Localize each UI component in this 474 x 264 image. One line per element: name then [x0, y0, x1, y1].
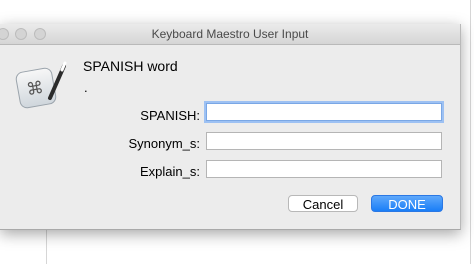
- background-divider-line: [470, 0, 471, 264]
- explain-input[interactable]: [206, 160, 442, 178]
- synonyms-input[interactable]: [206, 132, 442, 150]
- explain-field-label: Explain_s:: [140, 164, 200, 179]
- spanish-field-label: SPANISH:: [140, 108, 200, 123]
- background-divider-line: [46, 229, 47, 264]
- prompt-subtext: .: [84, 80, 88, 95]
- keyboard-maestro-icon: ⌘: [15, 61, 67, 109]
- user-input-dialog: Keyboard Maestro User Input ⌘ SPANISH wo…: [0, 24, 461, 230]
- cancel-button[interactable]: Cancel: [288, 195, 358, 212]
- window-title: Keyboard Maestro User Input: [151, 27, 309, 41]
- title-bar: Keyboard Maestro User Input: [0, 24, 460, 45]
- svg-text:⌘: ⌘: [25, 78, 45, 101]
- done-button[interactable]: DONE: [371, 195, 443, 212]
- prompt-text: SPANISH word: [83, 58, 178, 74]
- synonyms-field-label: Synonym_s:: [128, 136, 200, 151]
- spanish-input[interactable]: [206, 103, 442, 121]
